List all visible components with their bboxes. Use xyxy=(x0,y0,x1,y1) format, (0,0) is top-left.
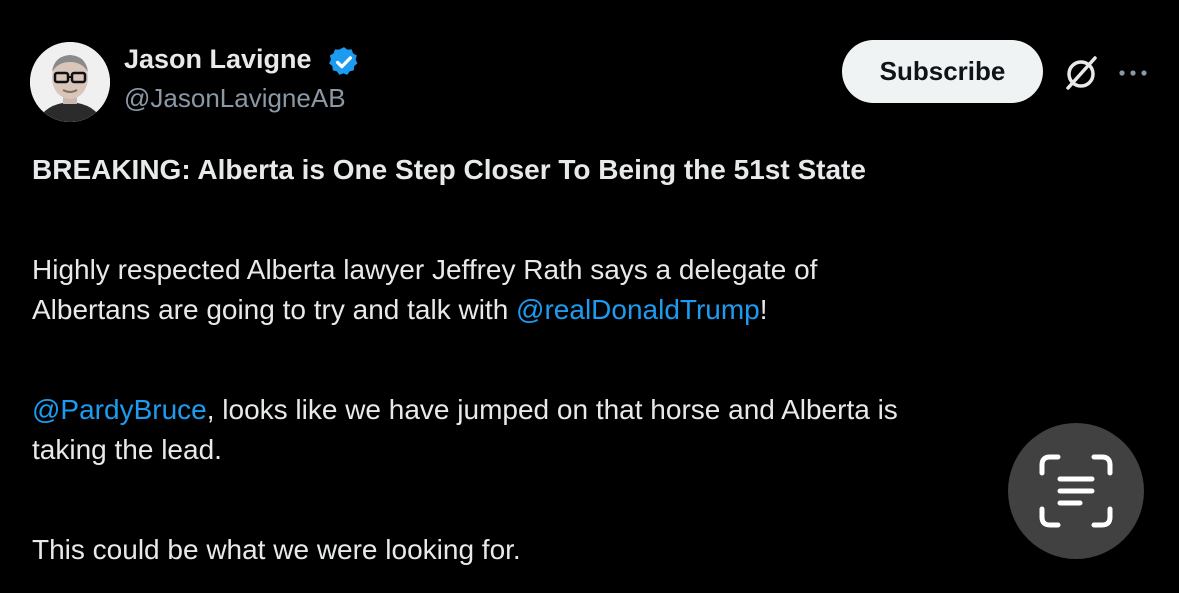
tweet-card: Jason Lavigne @JasonLavigneAB Subscribe … xyxy=(0,0,1179,593)
avatar-image xyxy=(30,42,110,122)
tweet-paragraph-1-line-1: Highly respected Alberta lawyer Jeffrey … xyxy=(32,254,818,285)
mention-link-pardybruce[interactable]: @PardyBruce xyxy=(32,394,207,425)
tweet-paragraph-3: This could be what we were looking for. xyxy=(32,534,521,565)
author-handle[interactable]: @JasonLavigneAB xyxy=(124,83,346,114)
avatar[interactable] xyxy=(30,42,110,122)
paragraph-text: , looks like we have jumped on that hors… xyxy=(206,394,898,425)
author-display-name[interactable]: Jason Lavigne xyxy=(124,44,312,75)
subscribe-button[interactable]: Subscribe xyxy=(842,40,1043,103)
paragraph-text: ! xyxy=(759,294,768,325)
mention-link-realdonaldtrump[interactable]: @realDonaldTrump xyxy=(516,294,760,325)
tweet-paragraph-1: Highly respected Alberta lawyer Jeffrey … xyxy=(32,250,817,330)
tweet-paragraph-2-line-1: @PardyBruce, looks like we have jumped o… xyxy=(32,390,898,430)
tweet-paragraph-2-line-2: taking the lead. xyxy=(32,434,222,465)
text-scan-button[interactable] xyxy=(1008,423,1144,559)
text-scan-icon xyxy=(1039,454,1113,528)
verified-badge-icon xyxy=(329,47,358,75)
tweet-paragraph-1-line-2: Albertans are going to try and talk with… xyxy=(32,290,817,330)
tweet-headline: BREAKING: Alberta is One Step Closer To … xyxy=(32,154,866,185)
tweet-paragraph-2: @PardyBruce, looks like we have jumped o… xyxy=(32,390,898,470)
paragraph-text: Albertans are going to try and talk with xyxy=(32,294,517,325)
grok-icon[interactable] xyxy=(1060,52,1102,94)
more-dots-icon[interactable] xyxy=(1113,58,1153,88)
